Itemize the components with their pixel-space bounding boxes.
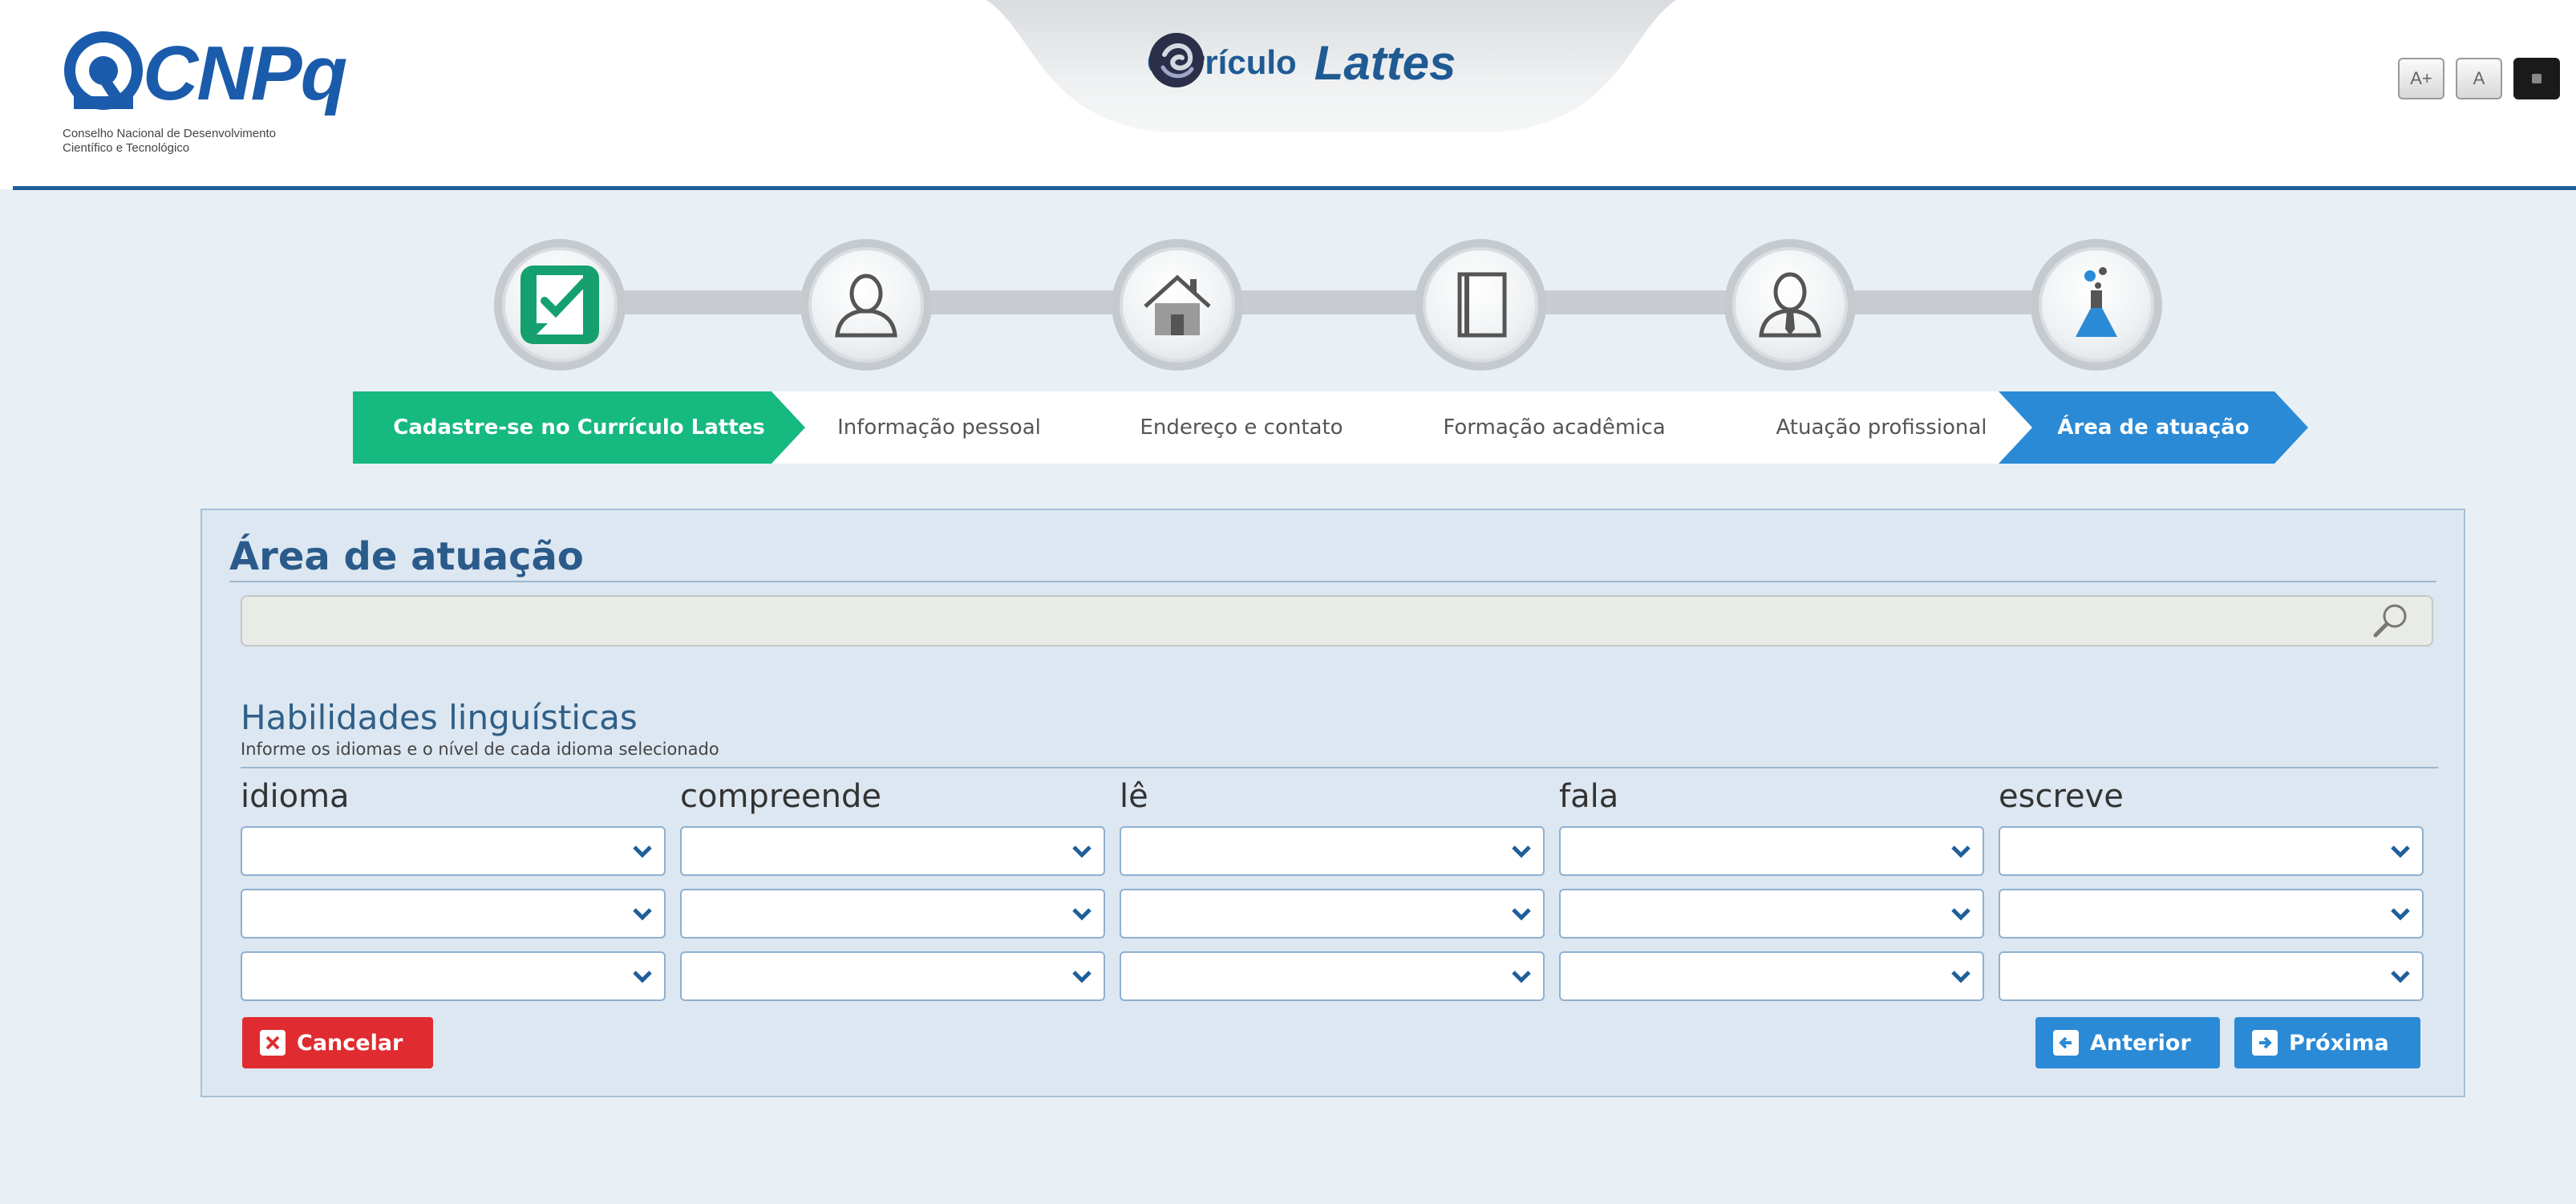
search-icon[interactable]	[2367, 600, 2412, 642]
step-formacao-academica[interactable]: Formação acadêmica	[1376, 391, 1732, 464]
logo-text: CNPq	[143, 30, 347, 116]
select-fala-2[interactable]	[1559, 889, 1984, 938]
logo-subtitle-line1: Conselho Nacional de Desenvolvimento	[63, 127, 276, 140]
cancel-button[interactable]: Cancelar	[242, 1017, 433, 1068]
select-escreve-3[interactable]	[1999, 951, 2424, 1001]
step-circle-formacao[interactable]	[1415, 239, 1546, 371]
wizard-breadcrumb: Cadastre-se no Currículo Lattes Informaç…	[353, 391, 2310, 464]
chevron-down-icon	[1951, 908, 1970, 921]
column-escreve: escreve	[1999, 778, 2124, 815]
lattes-header-tab: Currículo Lattes	[986, 0, 1676, 138]
area-atuacao-panel: Área de atuação Habilidades linguísticas…	[200, 509, 2465, 1097]
select-escreve-2[interactable]	[1999, 889, 2424, 938]
select-le-3[interactable]	[1120, 951, 1545, 1001]
chevron-down-icon	[1512, 971, 1531, 983]
house-icon	[1144, 274, 1211, 335]
cnpq-logo-icon	[64, 31, 143, 110]
font-size-controls: A+ A	[2398, 58, 2560, 99]
arrow-left-icon	[2053, 1030, 2079, 1056]
area-search-input[interactable]	[241, 595, 2433, 647]
select-compreende-3[interactable]	[680, 951, 1105, 1001]
step-circle-cadastro[interactable]	[494, 239, 626, 371]
person-icon	[835, 274, 897, 338]
flask-icon	[2076, 267, 2117, 337]
step-label: Formação acadêmica	[1443, 416, 1666, 440]
step-label: Endereço e contato	[1140, 416, 1343, 440]
select-fala-1[interactable]	[1559, 826, 1984, 876]
chevron-down-icon	[1512, 845, 1531, 858]
languages-section-subtitle: Informe os idiomas e o nível de cada idi…	[241, 740, 719, 759]
select-idioma-3[interactable]	[241, 951, 666, 1001]
high-contrast-button[interactable]	[2513, 58, 2560, 99]
chevron-down-icon	[1512, 908, 1531, 921]
select-idioma-2[interactable]	[241, 889, 666, 938]
panel-title: Área de atuação	[229, 534, 584, 579]
chevron-down-icon	[2391, 845, 2410, 858]
chevron-down-icon	[2391, 971, 2410, 983]
chevron-down-icon	[633, 845, 652, 858]
logo-subtitle-line2: Científico e Tecnológico	[63, 141, 190, 155]
header: CNPq Conselho Nacional de Desenvolviment…	[0, 0, 2576, 189]
step-circle-informacao-pessoal[interactable]	[800, 239, 932, 371]
cancel-label: Cancelar	[297, 1030, 403, 1056]
font-increase-button[interactable]: A+	[2398, 58, 2444, 99]
header-divider	[13, 186, 2576, 190]
next-label: Próxima	[2289, 1030, 2389, 1056]
chevron-down-icon	[1072, 845, 1092, 858]
close-icon	[260, 1030, 286, 1056]
chevron-down-icon	[1072, 971, 1092, 983]
column-le: lê	[1120, 778, 1148, 815]
cnpq-logo[interactable]: CNPq Conselho Nacional de Desenvolviment…	[59, 24, 396, 168]
select-escreve-1[interactable]	[1999, 826, 2424, 876]
step-label: Área de atuação	[2057, 416, 2250, 440]
step-endereco-contato[interactable]: Endereço e contato	[1073, 391, 1410, 464]
select-idioma-1[interactable]	[241, 826, 666, 876]
arrow-right-icon	[2252, 1030, 2278, 1056]
step-label: Cadastre-se no Currículo Lattes	[393, 416, 765, 440]
app-title-main: Lattes	[1314, 35, 1456, 90]
panel-title-divider	[229, 581, 2436, 582]
chevron-down-icon	[1951, 971, 1970, 983]
select-fala-3[interactable]	[1559, 951, 1984, 1001]
languages-section-title: Habilidades linguísticas	[241, 698, 638, 737]
app-title: Currículo Lattes	[1147, 30, 1564, 95]
checklist-icon	[520, 266, 599, 344]
select-compreende-1[interactable]	[680, 826, 1105, 876]
step-informacao-pessoal[interactable]: Informação pessoal	[772, 391, 1107, 464]
step-circle-atuacao-profissional[interactable]	[1724, 239, 1856, 371]
column-idioma: idioma	[241, 778, 350, 815]
previous-label: Anterior	[2090, 1030, 2191, 1056]
book-icon	[1457, 272, 1507, 338]
logo-subtitle: Conselho Nacional de Desenvolvimento Cie…	[63, 127, 415, 156]
select-compreende-2[interactable]	[680, 889, 1105, 938]
contrast-icon	[2532, 74, 2542, 83]
select-le-2[interactable]	[1120, 889, 1545, 938]
step-label: Informação pessoal	[837, 416, 1041, 440]
chevron-down-icon	[2391, 908, 2410, 921]
select-le-1[interactable]	[1120, 826, 1545, 876]
chevron-down-icon	[633, 908, 652, 921]
lattes-logo-icon	[1149, 33, 1204, 87]
step-circle-endereco[interactable]	[1112, 239, 1243, 371]
step-circle-area-atuacao[interactable]	[2031, 239, 2162, 371]
step-cadastro[interactable]: Cadastre-se no Currículo Lattes	[353, 391, 805, 464]
previous-button[interactable]: Anterior	[2035, 1017, 2220, 1068]
chevron-down-icon	[1072, 908, 1092, 921]
step-label: Atuação profissional	[1776, 416, 1987, 440]
column-fala: fala	[1559, 778, 1619, 815]
languages-divider	[241, 767, 2438, 768]
chevron-down-icon	[1951, 845, 1970, 858]
professional-icon	[1759, 272, 1821, 338]
chevron-down-icon	[633, 971, 652, 983]
step-area-atuacao[interactable]: Área de atuação	[1999, 391, 2308, 464]
column-compreende: compreende	[680, 778, 881, 815]
font-normal-button[interactable]: A	[2456, 58, 2502, 99]
next-button[interactable]: Próxima	[2234, 1017, 2420, 1068]
